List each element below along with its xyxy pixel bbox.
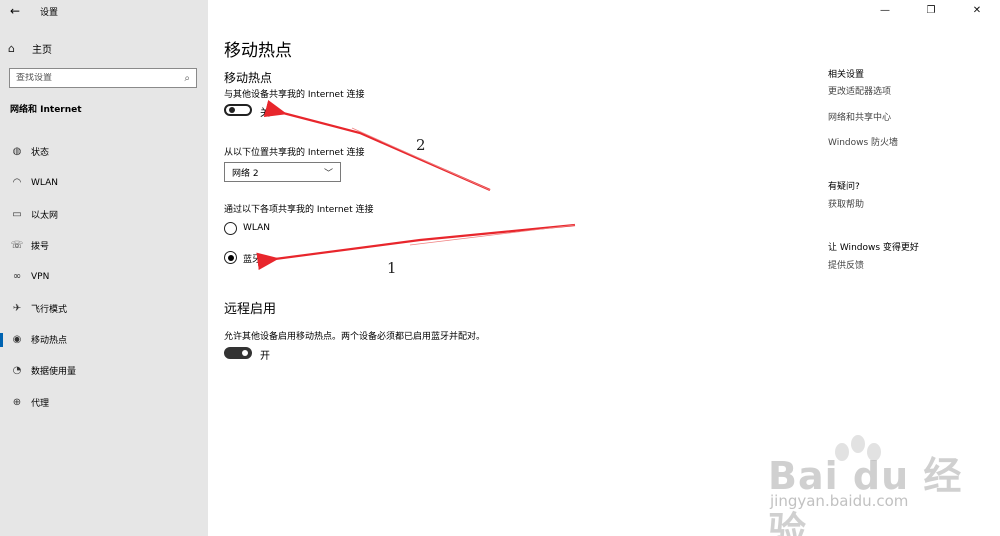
hotspot-icon: ◉ [12,333,22,345]
question-heading: 有疑问? [828,182,860,192]
search-input[interactable] [16,73,166,83]
sidebar-item-label: 代理 [31,398,50,409]
share-from-description: 从以下位置共享我的 Internet 连接 [224,148,365,158]
ethernet-icon: ▭ [12,208,22,220]
arrow-1 [256,223,576,271]
radio-selected-dot [227,254,234,261]
wifi-icon: ◠ [12,177,22,189]
remote-heading: 远程启用 [224,302,277,317]
app-title: 设置 [40,7,59,18]
remote-toggle[interactable] [224,347,252,359]
vpn-icon: ∞ [12,271,22,283]
remote-toggle-label: 开 [260,351,270,362]
watermark-url: jingyan.baidu.com [770,492,909,510]
close-button[interactable]: ✕ [954,0,1000,20]
sidebar-item-wlan[interactable]: ◠ WLAN [0,167,208,198]
window-controls: — ❐ ✕ [862,0,1000,20]
search-box[interactable]: ⌕ [9,68,197,88]
radio-wlan-label: WLAN [243,223,271,233]
search-icon[interactable]: ⌕ [184,73,190,84]
hotspot-heading: 移动热点 [224,71,273,85]
home-nav-item[interactable]: ⌂ 主页 [8,39,52,57]
sidebar-section-title: 网络和 Internet [10,105,82,115]
sidebar-item-proxy[interactable]: ⊕ 代理 [0,386,208,417]
sidebar-item-label: 状态 [31,148,50,159]
toggle-knob [229,107,235,113]
link-feedback[interactable]: 提供反馈 [828,258,864,271]
share-from-dropdown[interactable]: 网络 2 ﹀ [224,162,341,182]
link-get-help[interactable]: 获取帮助 [828,197,864,210]
sidebar-item-vpn[interactable]: ∞ VPN [0,261,208,292]
improve-heading: 让 Windows 变得更好 [828,243,919,253]
link-network-sharing-center[interactable]: 网络和共享中心 [828,110,891,123]
related-settings-heading: 相关设置 [828,70,865,80]
chevron-down-icon: ﹀ [323,168,333,179]
link-windows-firewall[interactable]: Windows 防火墙 [828,135,898,148]
sidebar-item-dialup[interactable]: ☏ 拨号 [0,230,208,261]
sidebar: ← 设置 ⌂ 主页 ⌕ 网络和 Internet ◍ 状态 ◠ WLAN ▭ 以… [0,0,208,536]
hotspot-toggle[interactable] [224,104,252,116]
settings-window: ← 设置 ⌂ 主页 ⌕ 网络和 Internet ◍ 状态 ◠ WLAN ▭ 以… [0,0,1000,536]
radio-bluetooth[interactable] [224,251,237,264]
sidebar-item-mobile-hotspot[interactable]: ◉ 移动热点 [0,324,208,355]
remote-description: 允许其他设备启用移动热点。两个设备必须都已启用蓝牙并配对。 [224,332,486,342]
share-description: 与其他设备共享我的 Internet 连接 [224,90,365,100]
sidebar-item-label: 飞行模式 [31,304,68,315]
back-button[interactable]: ← [0,0,30,22]
annotation-label-1: 1 [387,259,397,277]
arrow-1-tail [409,224,576,246]
sidebar-item-label: 拨号 [31,242,50,253]
home-label: 主页 [32,44,52,56]
sidebar-item-status[interactable]: ◍ 状态 [0,136,208,167]
sidebar-item-label: 以太网 [31,210,59,221]
sidebar-item-label: WLAN [31,177,59,188]
sidebar-item-data-usage[interactable]: ◔ 数据使用量 [0,355,208,386]
radio-bluetooth-label: 蓝牙 [243,255,262,265]
share-over-description: 通过以下各项共享我的 Internet 连接 [224,205,374,215]
globe-icon: ◍ [12,146,22,158]
data-usage-icon: ◔ [12,365,22,377]
sidebar-item-airplane-mode[interactable]: ✈ 飞行模式 [0,292,208,323]
hotspot-toggle-label: 关 [260,108,270,119]
home-icon: ⌂ [8,41,15,55]
page-title: 移动热点 [224,41,292,61]
minimize-button[interactable]: — [862,0,908,20]
annotation-label-2: 2 [416,136,426,154]
dialup-icon: ☏ [10,240,24,252]
link-adapter-options[interactable]: 更改适配器选项 [828,84,891,97]
airplane-icon: ✈ [12,302,22,314]
title-bar: ← 设置 [0,0,208,22]
dropdown-value: 网络 2 [232,168,259,179]
watermark-text: Bai du 经验 [768,454,963,536]
maximize-button[interactable]: ❐ [908,0,954,20]
sidebar-item-label: 数据使用量 [31,367,77,378]
sidebar-item-label: VPN [31,271,50,282]
proxy-globe-icon: ⊕ [12,396,22,408]
sidebar-item-label: 移动热点 [31,335,68,346]
radio-wlan[interactable] [224,222,237,235]
sidebar-item-ethernet[interactable]: ▭ 以太网 [0,199,208,230]
toggle-knob [242,350,248,356]
sidebar-nav: ◍ 状态 ◠ WLAN ▭ 以太网 ☏ 拨号 ∞ VPN ✈ 飞行模式 ◉ 移动… [0,136,208,418]
